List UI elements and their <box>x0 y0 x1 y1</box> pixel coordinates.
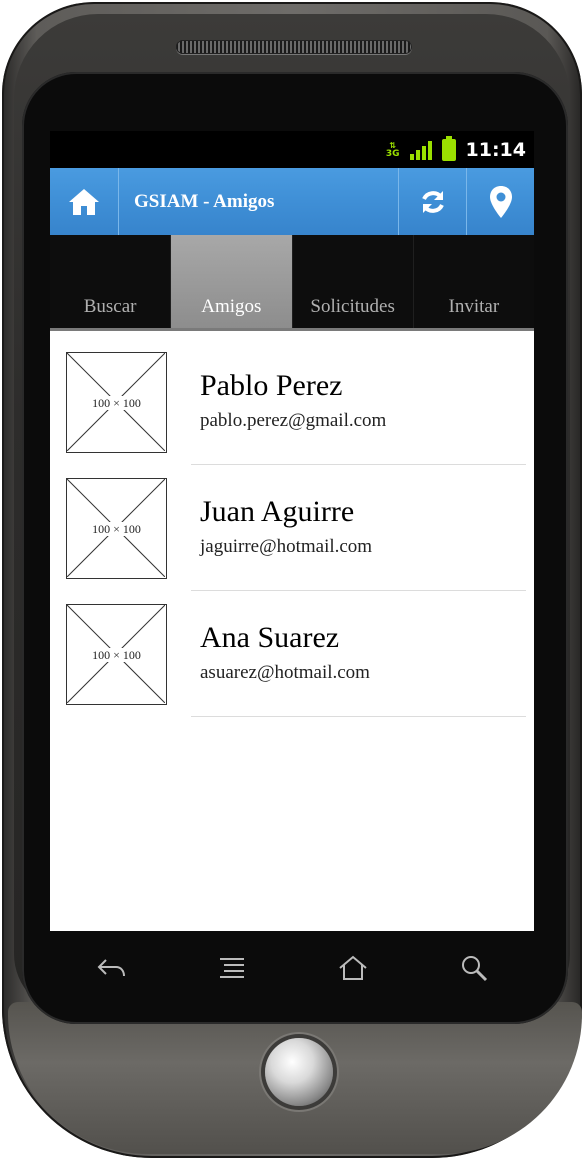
home-icon <box>69 188 99 215</box>
tab-label: Invitar <box>448 296 500 317</box>
friend-email: asuarez@hotmail.com <box>200 662 370 683</box>
tab-bar: Buscar Amigos Solicitudes Invitar <box>50 235 534 331</box>
menu-key[interactable] <box>212 948 252 988</box>
tab-invitar[interactable]: Invitar <box>414 235 534 328</box>
search-key[interactable] <box>454 948 494 988</box>
list-item[interactable]: 100 × 100 Juan Aguirre jaguirre@hotmail.… <box>50 457 534 591</box>
menu-icon <box>219 958 244 978</box>
home-button[interactable] <box>50 168 119 235</box>
placeholder-size-label: 100 × 100 <box>91 396 142 410</box>
search-icon <box>461 956 487 982</box>
battery-icon <box>441 135 456 161</box>
friend-name: Juan Aguirre <box>200 495 355 528</box>
tab-buscar[interactable]: Buscar <box>50 235 172 328</box>
status-bar: ⇅ 3G 11:14 <box>50 131 534 168</box>
home-key-icon <box>338 955 367 980</box>
tab-amigos[interactable]: Amigos <box>171 235 293 328</box>
signal-icon <box>409 140 432 160</box>
friend-list: 100 × 100 Pablo Perez pablo.perez@gmail.… <box>50 331 534 717</box>
action-bar: GSIAM - Amigos <box>50 168 534 235</box>
location-pin-icon <box>490 185 512 218</box>
refresh-button[interactable] <box>398 168 467 235</box>
back-icon <box>97 959 125 977</box>
tab-label: Buscar <box>83 296 137 317</box>
back-key[interactable] <box>91 948 131 988</box>
hardware-nav-keys <box>50 940 534 996</box>
placeholder-size-label: 100 × 100 <box>91 648 142 662</box>
list-item[interactable]: 100 × 100 Ana Suarez asuarez@hotmail.com <box>50 583 534 717</box>
avatar-placeholder: 100 × 100 <box>66 352 167 453</box>
friend-email: pablo.perez@gmail.com <box>200 410 387 431</box>
status-time: 11:14 <box>465 138 526 161</box>
friend-name: Ana Suarez <box>200 621 340 654</box>
friend-name: Pablo Perez <box>200 369 343 402</box>
tab-label: Amigos <box>201 296 262 317</box>
screen: ⇅ 3G 11:14 GSIAM - Amigos Buscar Amigos … <box>50 131 534 931</box>
list-item[interactable]: 100 × 100 Pablo Perez pablo.perez@gmail.… <box>50 331 534 465</box>
refresh-icon <box>422 190 444 213</box>
avatar-placeholder: 100 × 100 <box>66 478 167 579</box>
avatar-placeholder: 100 × 100 <box>66 604 167 705</box>
tab-solicitudes[interactable]: Solicitudes <box>293 235 414 328</box>
trackball[interactable] <box>265 1038 333 1106</box>
tab-label: Solicitudes <box>310 296 395 317</box>
divider <box>191 716 526 717</box>
location-button[interactable] <box>466 168 534 235</box>
speaker-grille <box>176 40 412 54</box>
friend-email: jaguirre@hotmail.com <box>200 536 373 557</box>
home-key[interactable] <box>333 948 373 988</box>
action-bar-title: GSIAM - Amigos <box>134 191 275 212</box>
placeholder-size-label: 100 × 100 <box>91 522 142 536</box>
network-3g-icon: ⇅ 3G <box>385 140 400 159</box>
